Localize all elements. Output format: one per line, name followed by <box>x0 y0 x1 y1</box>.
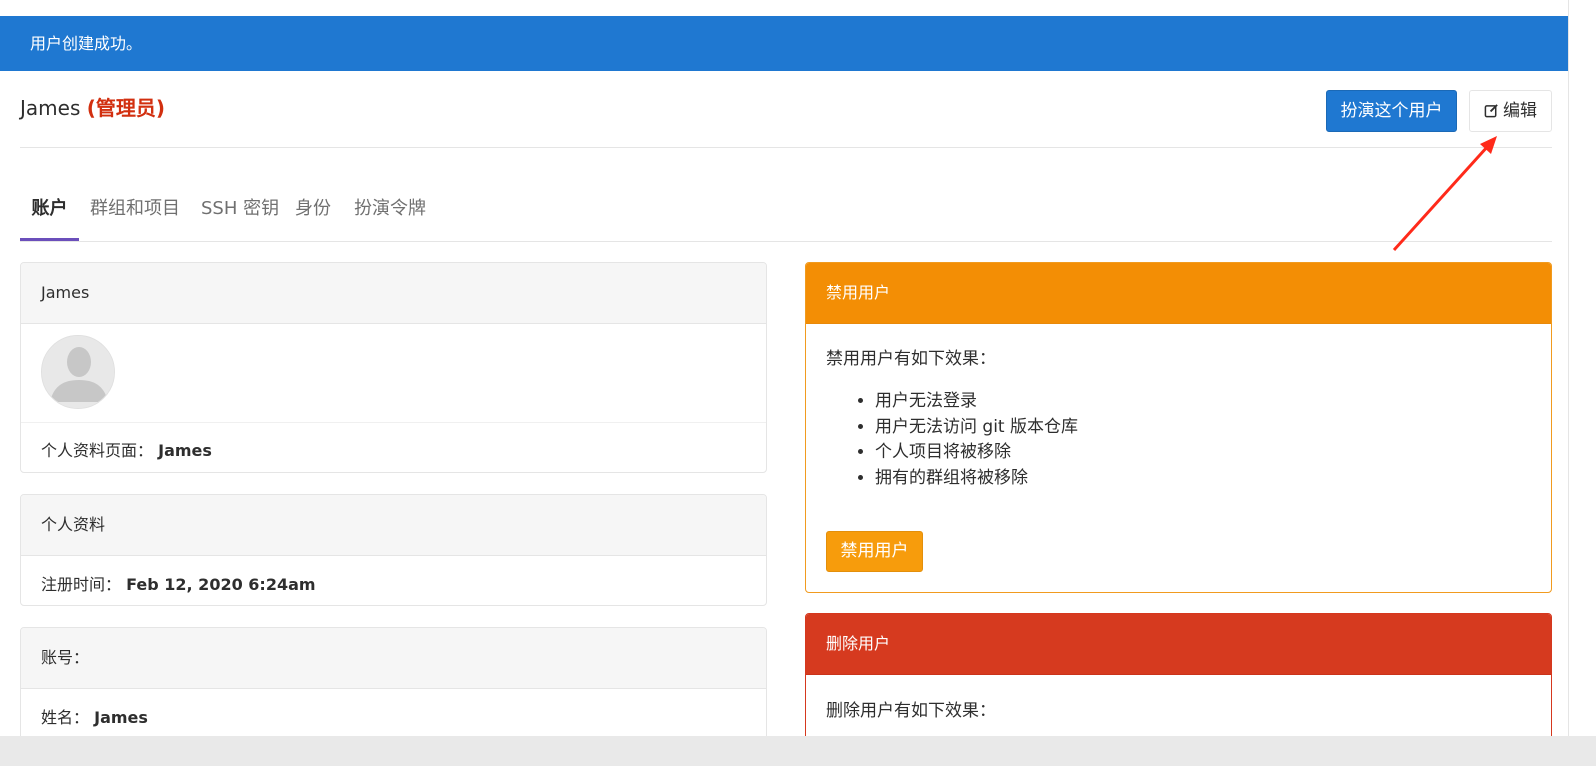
profile-card-title: James <box>21 263 766 324</box>
personal-info-card: 个人资料 注册时间： Feb 12, 2020 6:24am <box>20 494 767 606</box>
tab-bar: 账户 群组和项目 SSH 密钥 身份 扮演令牌 <box>20 186 1552 242</box>
block-effects-list: 用户无法登录 用户无法访问 git 版本仓库 个人项目将被移除 拥有的群组将被移… <box>875 389 1531 491</box>
profile-card: James 个人资料页面： James <box>20 262 767 473</box>
registered-row: 注册时间： Feb 12, 2020 6:24am <box>21 571 316 595</box>
admin-badge: (管理员) <box>86 96 166 120</box>
personal-info-title: 个人资料 <box>21 495 766 556</box>
delete-user-intro: 删除用户有如下效果： <box>826 701 996 721</box>
page-title: James (管理员) <box>20 92 165 121</box>
registered-label: 注册时间： <box>41 575 122 594</box>
list-item: 个人项目将被移除 <box>875 440 1531 466</box>
delete-user-title: 删除用户 <box>806 614 1551 675</box>
block-user-button[interactable]: 禁用用户 <box>826 531 923 572</box>
block-user-intro: 禁用用户有如下效果： <box>826 349 996 369</box>
list-item: 用户无法访问 git 版本仓库 <box>875 415 1531 441</box>
tab-groups-projects[interactable]: 群组和项目 <box>90 186 180 241</box>
name-label: 姓名： <box>41 708 90 727</box>
horizontal-scrollbar[interactable] <box>0 736 1596 766</box>
profile-page-row: 个人资料页面： James <box>21 437 212 461</box>
list-item: 用户无法登录 <box>875 389 1531 415</box>
name-row: 姓名： James <box>21 704 148 728</box>
tab-impersonation-tokens[interactable]: 扮演令牌 <box>354 186 426 241</box>
tab-ssh-keys[interactable]: SSH 密钥 <box>201 186 279 241</box>
user-name: James <box>20 96 81 120</box>
annotation-arrow-icon <box>1392 136 1497 252</box>
profile-page-link[interactable]: James <box>158 441 212 460</box>
scrollbar-track[interactable] <box>1568 0 1596 766</box>
flash-message: 用户创建成功。 <box>0 16 1568 71</box>
tab-identities[interactable]: 身份 <box>295 186 331 241</box>
edit-label: 编辑 <box>1503 101 1537 121</box>
name-value: James <box>94 708 148 727</box>
avatar <box>41 335 115 409</box>
edit-button[interactable]: 编辑 <box>1469 90 1552 132</box>
default-avatar-icon <box>42 336 114 408</box>
profile-page-label: 个人资料页面： <box>41 441 154 460</box>
block-user-title: 禁用用户 <box>806 263 1551 324</box>
registered-value: Feb 12, 2020 6:24am <box>126 575 316 594</box>
list-item: 拥有的群组将被移除 <box>875 466 1531 492</box>
tab-account[interactable]: 账户 <box>20 186 79 241</box>
block-user-card: 禁用用户 禁用用户有如下效果： 用户无法登录 用户无法访问 git 版本仓库 个… <box>805 262 1552 593</box>
page-header: James (管理员) 扮演这个用户 编辑 <box>20 90 1552 148</box>
impersonate-button[interactable]: 扮演这个用户 <box>1326 90 1457 132</box>
edit-icon <box>1484 104 1498 118</box>
account-card-title: 账号： <box>21 628 766 689</box>
